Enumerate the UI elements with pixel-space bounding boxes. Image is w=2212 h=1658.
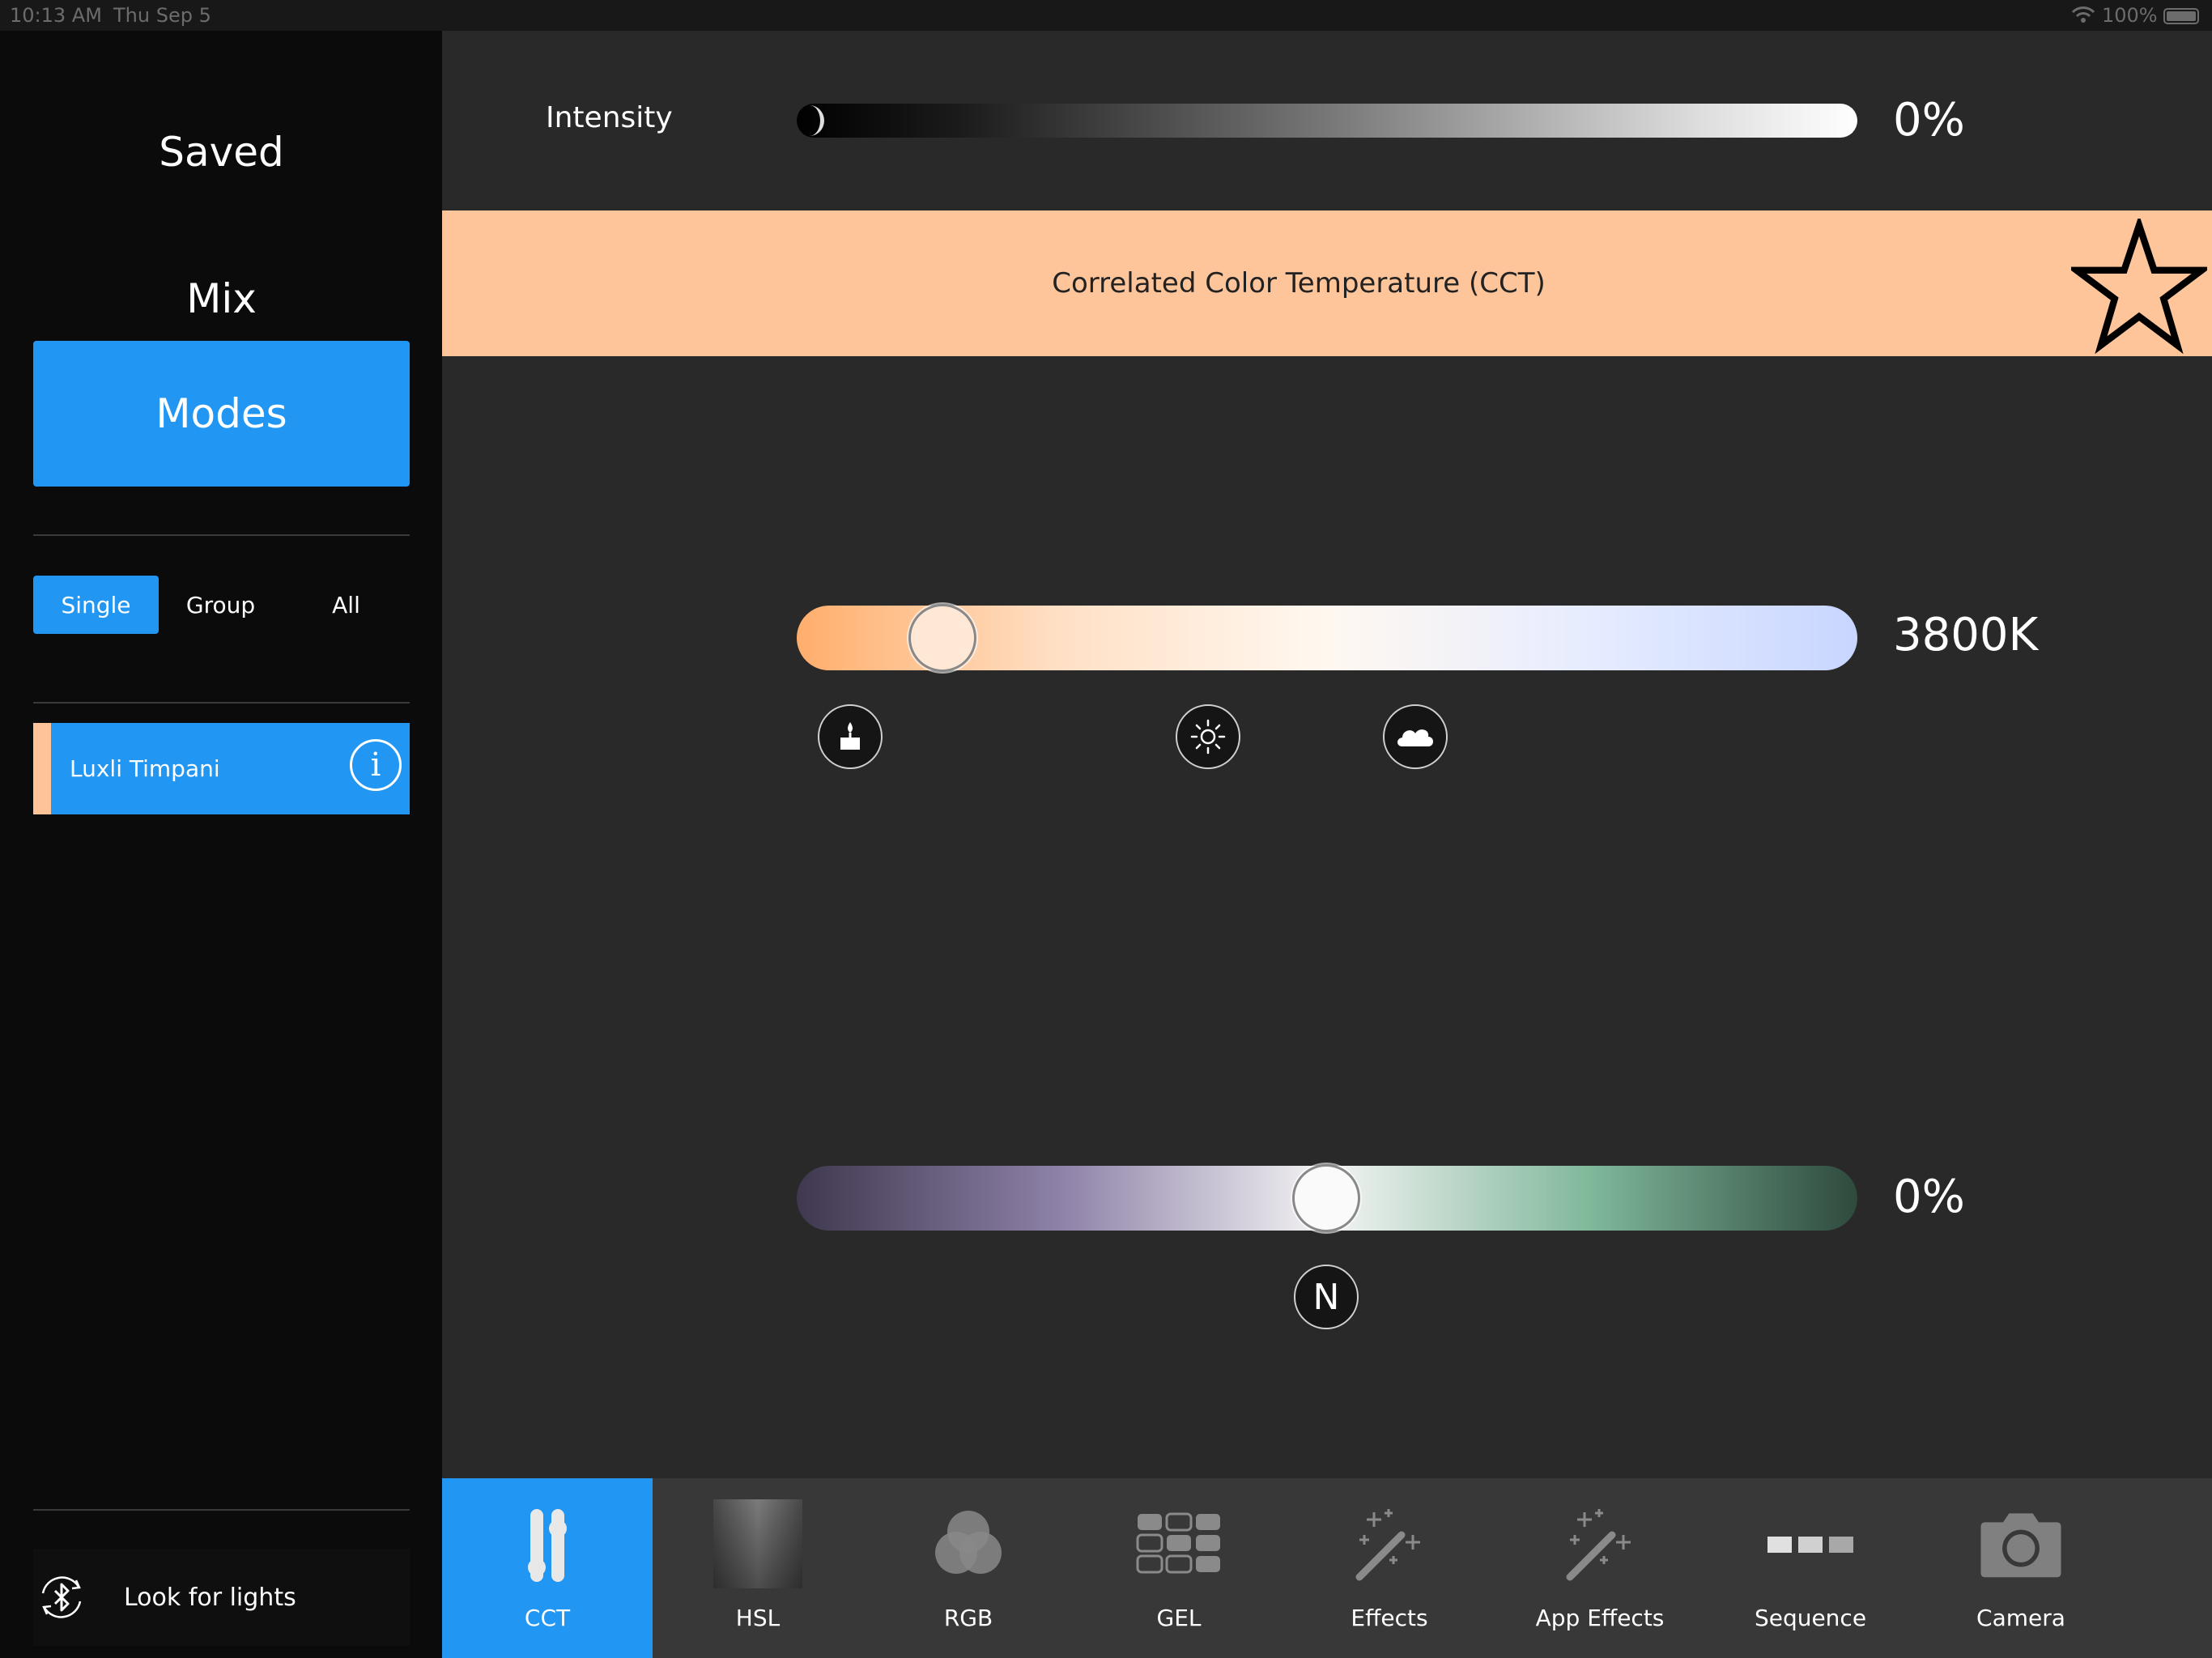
segment-group[interactable]: Group — [158, 576, 283, 634]
camera-icon — [1980, 1513, 2061, 1578]
sidebar-divider — [33, 1509, 410, 1511]
nav-saved[interactable]: Saved — [33, 79, 410, 225]
tint-slider-thumb[interactable] — [1292, 1164, 1360, 1232]
tab-camera[interactable]: Camera — [1916, 1478, 2126, 1658]
sidebar-divider — [33, 702, 410, 704]
rgb-circles-icon — [935, 1511, 1002, 1574]
sun-icon[interactable] — [1176, 704, 1240, 769]
neutral-tint-button[interactable]: N — [1294, 1265, 1359, 1329]
wifi-icon — [2071, 6, 2095, 23]
light-item-luxli-timpani[interactable]: Luxli Timpani i — [33, 723, 410, 814]
tab-label: GEL — [1156, 1605, 1202, 1631]
star-icon[interactable] — [2071, 219, 2207, 355]
status-time: 10:13 AM — [10, 4, 102, 27]
sidebar-divider — [33, 534, 410, 536]
candle-icon[interactable] — [818, 704, 883, 769]
cloud-icon[interactable] — [1383, 704, 1448, 769]
light-color-strip — [33, 723, 51, 814]
nav-modes[interactable]: Modes — [33, 341, 410, 487]
tab-gel[interactable]: GEL — [1074, 1478, 1284, 1658]
look-for-lights-label: Look for lights — [124, 1583, 296, 1612]
intensity-slider[interactable] — [797, 104, 1857, 138]
tab-label: Camera — [1976, 1605, 2065, 1631]
mode-banner: Correlated Color Temperature (CCT) — [442, 210, 2212, 356]
sidebar: Saved Mix Modes Single Group All Luxli T… — [0, 31, 442, 1658]
tab-cct[interactable]: CCT — [442, 1478, 653, 1658]
segment-all[interactable]: All — [283, 576, 409, 634]
gel-grid-icon — [1136, 1512, 1220, 1574]
mode-title: Correlated Color Temperature (CCT) — [1052, 267, 1546, 300]
intensity-slider-thumb[interactable] — [795, 105, 824, 136]
hsl-gradient-icon — [713, 1499, 802, 1588]
magic-wand-icon — [1355, 1509, 1420, 1581]
tab-sequence[interactable]: Sequence — [1705, 1478, 1916, 1658]
battery-icon — [2163, 8, 2199, 24]
tab-hsl[interactable]: HSL — [653, 1478, 863, 1658]
tab-effects[interactable]: Effects — [1284, 1478, 1495, 1658]
magic-wand-icon — [1566, 1509, 1631, 1581]
mode-toolbar: CCT HSL RGB GEL Effects App Effects Sequ… — [442, 1478, 2212, 1658]
cct-sliders-icon — [528, 1509, 567, 1582]
cct-value: 3800K — [1893, 609, 2039, 661]
tab-app-effects[interactable]: App Effects — [1495, 1478, 1705, 1658]
tab-label: App Effects — [1535, 1605, 1665, 1631]
battery-percent: 100% — [2102, 4, 2158, 27]
tab-label: Effects — [1351, 1605, 1428, 1631]
light-name: Luxli Timpani — [70, 755, 220, 782]
segment-single[interactable]: Single — [33, 576, 159, 634]
sequence-icon — [1767, 1537, 1853, 1553]
bluetooth-refresh-icon — [41, 1576, 82, 1618]
look-for-lights-button[interactable]: Look for lights — [33, 1549, 410, 1646]
tab-label: HSL — [735, 1605, 781, 1631]
tab-label: RGB — [943, 1605, 993, 1631]
intensity-label: Intensity — [546, 101, 673, 134]
info-icon[interactable]: i — [350, 739, 402, 791]
tab-rgb[interactable]: RGB — [863, 1478, 1074, 1658]
status-bar: 10:13 AM Thu Sep 5 100% — [0, 0, 2212, 31]
tint-value: 0% — [1893, 1171, 1965, 1223]
tab-label: Sequence — [1754, 1605, 1867, 1631]
intensity-value: 0% — [1893, 94, 1965, 147]
cct-slider-thumb[interactable] — [908, 604, 976, 672]
tab-label: CCT — [524, 1605, 571, 1631]
status-date: Thu Sep 5 — [113, 4, 211, 27]
